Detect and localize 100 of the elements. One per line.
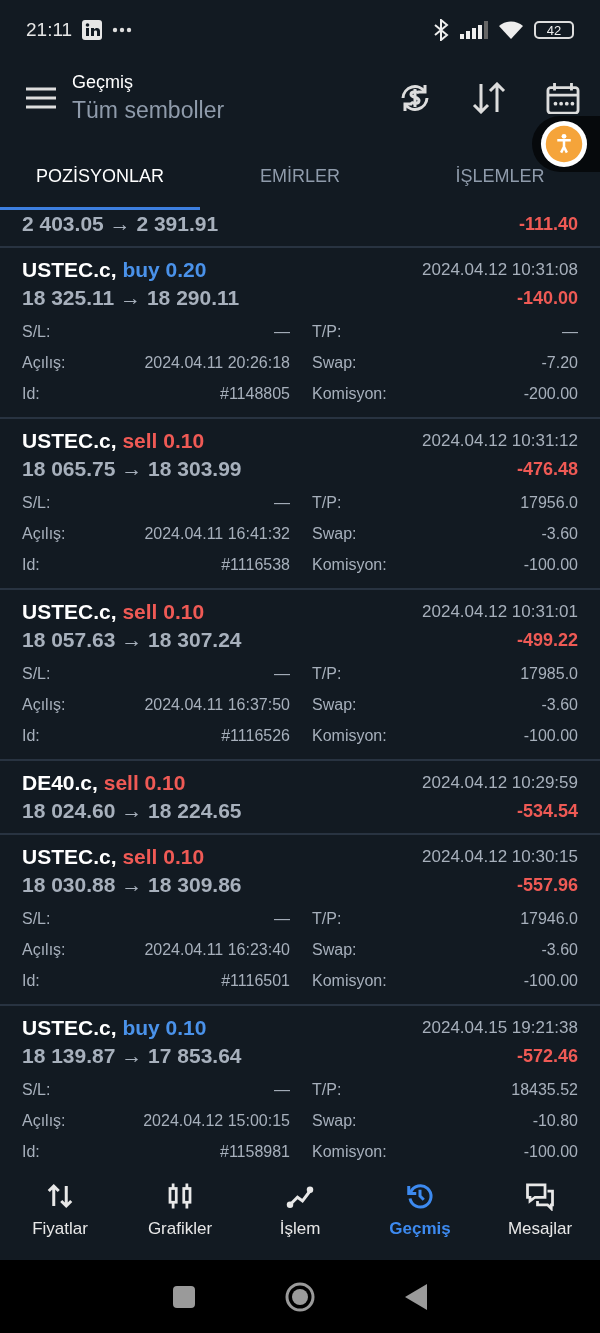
detail-label: Açılış: [22, 353, 66, 372]
order-side: sell 0.10 [122, 845, 205, 868]
tab[interactable]: POZİSYONLAR [0, 146, 200, 210]
price-range: 18 030.88 → 18 309.86 [22, 873, 242, 897]
symbol-name: USTEC.c, [22, 1016, 117, 1039]
back-icon[interactable] [405, 1283, 427, 1310]
detail-label: Swap: [312, 353, 357, 372]
close-time: 2024.04.12 10:31:08 [422, 260, 578, 280]
nav-item[interactable]: Mesajlar [480, 1160, 600, 1260]
detail-value: — [274, 664, 290, 683]
symbol-filter[interactable]: Tüm semboller [72, 97, 225, 124]
home-icon[interactable] [285, 1281, 315, 1312]
detail-value: -100.00 [523, 971, 578, 990]
detail-label: Komisyon: [312, 1142, 387, 1160]
detail-label: Id: [22, 726, 40, 745]
price-range: 18 057.63 → 18 307.24 [22, 628, 242, 652]
detail-label: Komisyon: [312, 971, 387, 990]
profit-value: -111.40 [518, 213, 578, 235]
detail-value: -100.00 [523, 1142, 578, 1160]
detail-label: Açılış: [22, 940, 66, 959]
more-icon [112, 27, 133, 33]
detail-value: -10.80 [532, 1111, 578, 1130]
notification-icon [82, 20, 103, 40]
detail-label: Id: [22, 555, 40, 574]
accessibility-icon [540, 120, 588, 168]
price-range: 18 325.11 → 18 290.11 [22, 286, 240, 310]
detail-value: #1158981 [220, 1142, 290, 1160]
menu-icon[interactable] [26, 87, 56, 109]
tab[interactable]: EMİRLER [200, 146, 400, 210]
detail-label: Id: [22, 971, 40, 990]
detail-value: — [274, 1080, 290, 1099]
detail-label: Komisyon: [312, 555, 387, 574]
detail-label: Swap: [312, 940, 357, 959]
arrows-icon [45, 1181, 75, 1211]
order-side: sell 0.10 [122, 429, 205, 452]
detail-value: #1116501 [221, 971, 290, 990]
profit-value: -557.96 [516, 874, 578, 896]
symbol-name: USTEC.c, [22, 258, 117, 281]
symbol-name: USTEC.c, [22, 845, 117, 868]
price-range: 2 403.05 → 2 391.91 [22, 212, 219, 236]
detail-value: 18435.52 [511, 1080, 578, 1099]
profit-value: -572.46 [516, 1045, 578, 1067]
symbol-name: USTEC.c, [22, 600, 117, 623]
detail-label: Açılış: [22, 1111, 66, 1130]
nav-item[interactable]: İşlem [240, 1160, 360, 1260]
detail-value: -200.00 [523, 384, 578, 403]
detail-label: Komisyon: [312, 384, 387, 403]
close-time: 2024.04.12 10:31:12 [422, 431, 578, 451]
symbol-name: DE40.c, [22, 771, 98, 794]
detail-value: #1116526 [221, 726, 290, 745]
bluetooth-icon [432, 19, 450, 41]
detail-label: T/P: [312, 664, 342, 683]
detail-value: 17946.0 [520, 909, 578, 928]
detail-label: T/P: [312, 493, 342, 512]
detail-label: S/L: [22, 493, 51, 512]
profit-value: -476.48 [516, 458, 578, 480]
profit-value: -499.22 [516, 629, 578, 651]
detail-value: -100.00 [523, 555, 578, 574]
detail-label: T/P: [312, 909, 342, 928]
calendar-icon[interactable] [546, 82, 580, 114]
close-time: 2024.04.12 10:29:59 [422, 773, 578, 793]
detail-value: 2024.04.11 20:26:18 [144, 353, 290, 372]
close-time: 2024.04.12 10:31:01 [422, 602, 578, 622]
nav-item[interactable]: Fiyatlar [0, 1160, 120, 1260]
clock: 21:11 [26, 19, 73, 41]
wifi-icon [498, 20, 524, 40]
detail-value: 2024.04.11 16:37:50 [144, 695, 290, 714]
nav-item[interactable]: Grafikler [120, 1160, 240, 1260]
signal-icon [460, 21, 488, 39]
nav-item[interactable]: Geçmiş [360, 1160, 480, 1260]
price-range: 18 024.60 → 18 224.65 [22, 799, 242, 823]
chat-icon [525, 1181, 555, 1211]
detail-value: — [562, 322, 578, 341]
detail-value: 2024.04.11 16:23:40 [144, 940, 290, 959]
detail-value: 2024.04.12 15:00:15 [143, 1111, 290, 1130]
detail-label: Açılış: [22, 524, 66, 543]
detail-label: Swap: [312, 1111, 357, 1130]
recents-icon[interactable] [173, 1285, 195, 1308]
detail-label: Açılış: [22, 695, 66, 714]
detail-label: S/L: [22, 664, 51, 683]
price-range: 18 139.87 → 17 853.64 [22, 1044, 242, 1068]
detail-label: Swap: [312, 695, 357, 714]
profit-value: -140.00 [516, 287, 578, 309]
detail-value: #1148805 [220, 384, 290, 403]
order-side: sell 0.10 [122, 600, 205, 623]
detail-label: Swap: [312, 524, 357, 543]
detail-value: -7.20 [541, 353, 578, 372]
detail-label: S/L: [22, 909, 51, 928]
detail-value: — [274, 493, 290, 512]
sort-icon[interactable] [472, 82, 506, 114]
profit-value: -534.54 [516, 800, 578, 822]
battery-indicator: 42 [534, 21, 574, 39]
detail-label: Id: [22, 1142, 40, 1160]
detail-value: — [274, 909, 290, 928]
detail-value: 2024.04.11 16:41:32 [144, 524, 290, 543]
symbol-name: USTEC.c, [22, 429, 117, 452]
detail-value: 17985.0 [520, 664, 578, 683]
detail-label: Id: [22, 384, 40, 403]
detail-label: S/L: [22, 1080, 51, 1099]
tab[interactable]: İŞLEMLER [400, 146, 600, 210]
